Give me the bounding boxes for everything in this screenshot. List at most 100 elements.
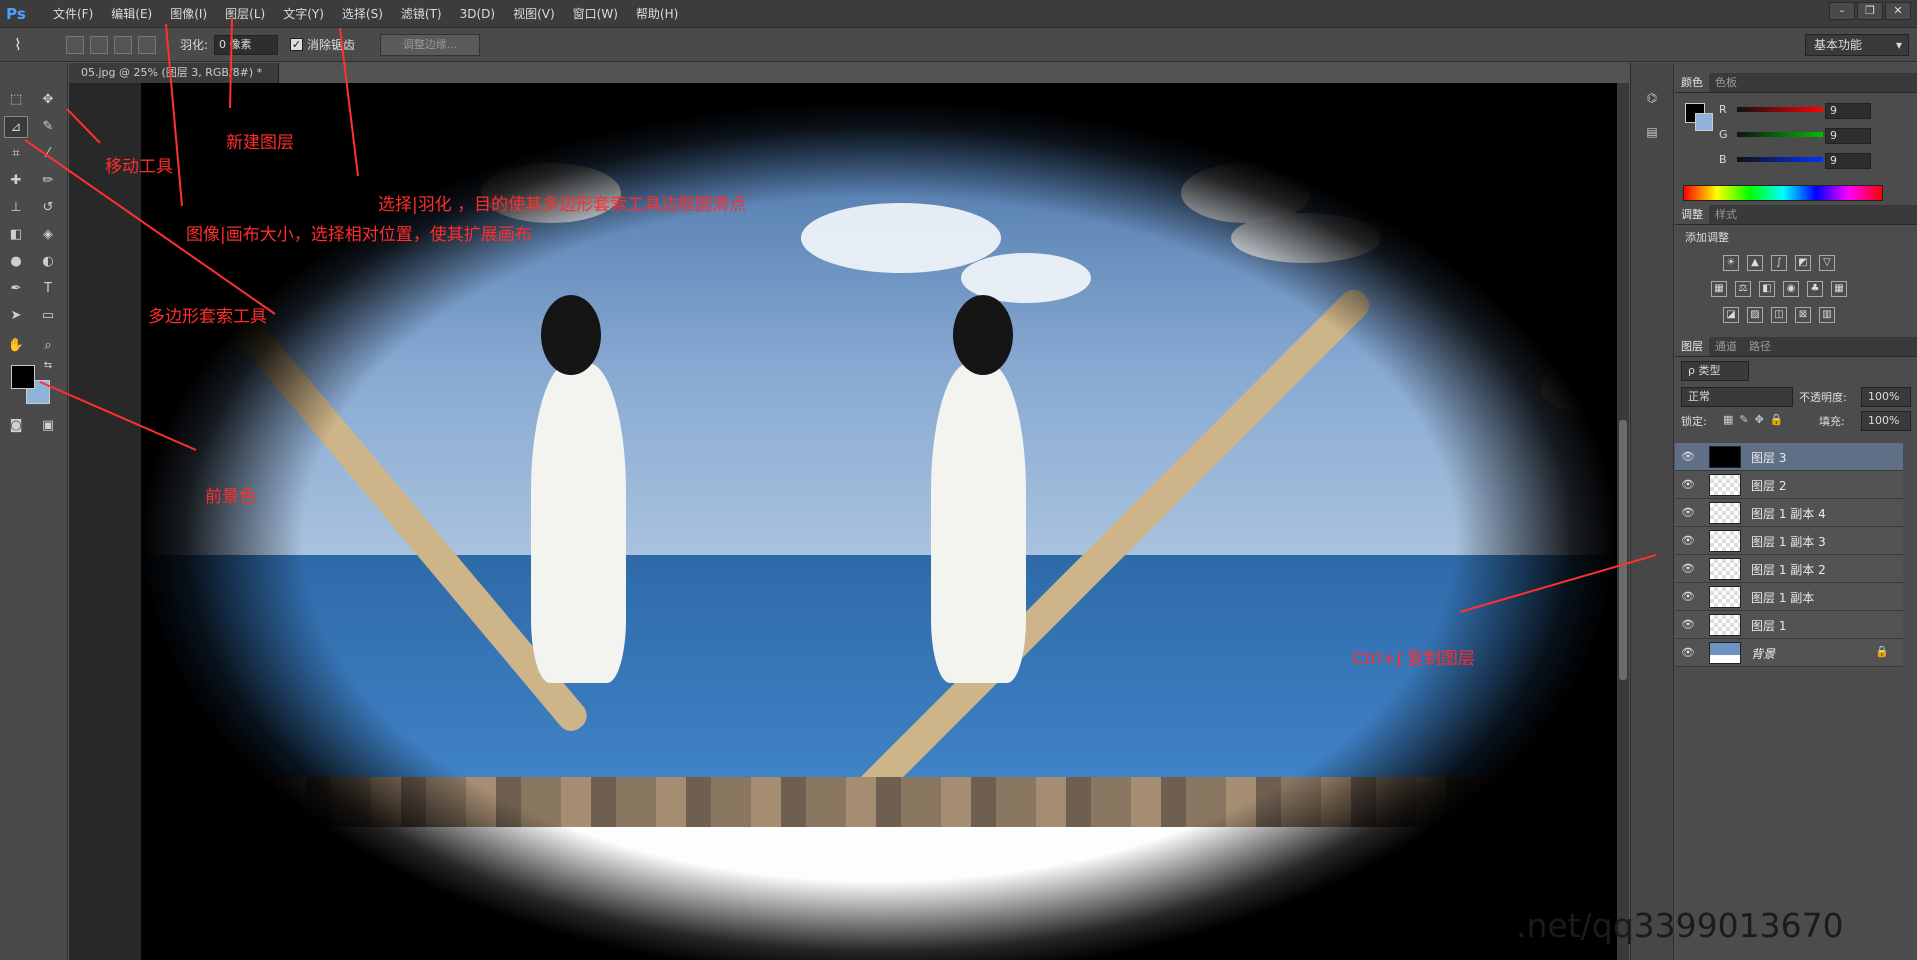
- layer-row[interactable]: 👁 图层 1: [1675, 611, 1903, 639]
- tab-styles[interactable]: 样式: [1709, 205, 1743, 224]
- visibility-eye-icon[interactable]: 👁: [1681, 562, 1695, 576]
- eraser-tool-icon[interactable]: ◧: [4, 224, 28, 246]
- menu-file[interactable]: 文件(F): [44, 0, 102, 28]
- subtract-selection-icon[interactable]: [114, 36, 132, 54]
- threshold-icon[interactable]: ◫: [1771, 307, 1787, 323]
- menu-view[interactable]: 视图(V): [504, 0, 564, 28]
- marquee-tool-icon[interactable]: ⬚: [4, 89, 28, 111]
- screen-mode-icon[interactable]: ▣: [36, 415, 60, 437]
- color-balance-icon[interactable]: ⚖: [1735, 281, 1751, 297]
- antialias-checkbox[interactable]: ✓: [290, 38, 303, 51]
- color-panel-background[interactable]: [1695, 113, 1713, 131]
- black-white-icon[interactable]: ◧: [1759, 281, 1775, 297]
- layer-row[interactable]: 👁 图层 1 副本 4: [1675, 499, 1903, 527]
- menu-help[interactable]: 帮助(H): [627, 0, 687, 28]
- zoom-tool-icon[interactable]: ⌕: [36, 335, 60, 357]
- vibrance-icon[interactable]: ▽: [1819, 255, 1835, 271]
- exposure-icon[interactable]: ◩: [1795, 255, 1811, 271]
- brightness-icon[interactable]: ☀: [1723, 255, 1739, 271]
- visibility-eye-icon[interactable]: 👁: [1681, 506, 1695, 520]
- document-canvas[interactable]: [141, 83, 1617, 960]
- photo-filter-icon[interactable]: ◉: [1783, 281, 1799, 297]
- lasso-preset-icon[interactable]: ⌇: [14, 34, 36, 56]
- hue-saturation-icon[interactable]: ▦: [1711, 281, 1727, 297]
- document-tab[interactable]: 05.jpg @ 25% (图层 3, RGB/8#) * ×: [69, 63, 279, 99]
- tab-paths[interactable]: 路径: [1743, 337, 1777, 356]
- foreground-color-swatch[interactable]: [11, 365, 35, 389]
- b-value[interactable]: 9: [1825, 153, 1871, 169]
- menu-window[interactable]: 窗口(W): [564, 0, 627, 28]
- layer-filter-select[interactable]: ρ 类型: [1681, 361, 1749, 381]
- crop-tool-icon[interactable]: ⌗: [4, 143, 28, 165]
- blur-tool-icon[interactable]: ●: [4, 251, 28, 273]
- feather-input[interactable]: 0 像素: [214, 35, 278, 55]
- gradient-map-icon[interactable]: ▥: [1819, 307, 1835, 323]
- layer-row[interactable]: 👁 图层 1 副本: [1675, 583, 1903, 611]
- fill-input[interactable]: 100%: [1861, 411, 1911, 431]
- visibility-eye-icon[interactable]: 👁: [1681, 478, 1695, 492]
- visibility-eye-icon[interactable]: 👁: [1681, 618, 1695, 632]
- menu-3d[interactable]: 3D(D): [451, 0, 504, 28]
- g-value[interactable]: 9: [1825, 128, 1871, 144]
- visibility-eye-icon[interactable]: 👁: [1681, 590, 1695, 604]
- visibility-eye-icon[interactable]: 👁: [1681, 646, 1695, 660]
- tab-adjustments[interactable]: 调整: [1675, 205, 1709, 224]
- layer-row[interactable]: 👁 背景 🔒: [1675, 639, 1903, 667]
- layer-row[interactable]: 👁 图层 2: [1675, 471, 1903, 499]
- invert-icon[interactable]: ◪: [1723, 307, 1739, 323]
- history-panel-icon[interactable]: ⌬: [1641, 87, 1663, 109]
- menu-edit[interactable]: 编辑(E): [102, 0, 161, 28]
- posterize-icon[interactable]: ▨: [1747, 307, 1763, 323]
- type-tool-icon[interactable]: T: [36, 278, 60, 300]
- color-lookup-icon[interactable]: ▦: [1831, 281, 1847, 297]
- healing-brush-tool-icon[interactable]: ✚: [4, 170, 28, 192]
- minimize-button[interactable]: –: [1829, 2, 1855, 20]
- quick-select-tool-icon[interactable]: ✎: [36, 116, 60, 138]
- curves-icon[interactable]: ∫: [1771, 255, 1787, 271]
- layer-row[interactable]: 👁 图层 3: [1675, 443, 1903, 471]
- g-slider[interactable]: [1737, 132, 1823, 137]
- close-button[interactable]: ✕: [1885, 2, 1911, 20]
- eyedropper-tool-icon[interactable]: ⁄: [36, 143, 60, 165]
- levels-icon[interactable]: ▲: [1747, 255, 1763, 271]
- intersect-selection-icon[interactable]: [138, 36, 156, 54]
- layer-row[interactable]: 👁 图层 1 副本 3: [1675, 527, 1903, 555]
- canvas-area[interactable]: [69, 83, 1617, 960]
- shape-tool-icon[interactable]: ▭: [36, 305, 60, 327]
- clone-stamp-tool-icon[interactable]: ⊥: [4, 197, 28, 219]
- r-value[interactable]: 9: [1825, 103, 1871, 119]
- r-slider[interactable]: [1737, 107, 1823, 112]
- menu-select[interactable]: 选择(S): [333, 0, 392, 28]
- hand-tool-icon[interactable]: ✋: [4, 335, 28, 357]
- tab-swatches[interactable]: 色板: [1709, 73, 1743, 92]
- tab-channels[interactable]: 通道: [1709, 337, 1743, 356]
- menu-type[interactable]: 文字(Y): [274, 0, 333, 28]
- polygon-lasso-tool-icon[interactable]: ⊿: [4, 116, 28, 138]
- brush-tool-icon[interactable]: ✏: [36, 170, 60, 192]
- tab-color[interactable]: 颜色: [1675, 73, 1709, 92]
- selective-color-icon[interactable]: ⊠: [1795, 307, 1811, 323]
- tab-layers[interactable]: 图层: [1675, 337, 1709, 356]
- dodge-tool-icon[interactable]: ◐: [36, 251, 60, 273]
- menu-filter[interactable]: 滤镜(T): [392, 0, 451, 28]
- channel-mixer-icon[interactable]: ♣: [1807, 281, 1823, 297]
- blend-mode-select[interactable]: 正常: [1681, 387, 1793, 407]
- path-select-tool-icon[interactable]: ➤: [4, 305, 28, 327]
- add-selection-icon[interactable]: [90, 36, 108, 54]
- visibility-eye-icon[interactable]: 👁: [1681, 450, 1695, 464]
- workspace-select[interactable]: 基本功能 ▾: [1805, 34, 1909, 56]
- refine-edge-button[interactable]: 调整边缘...: [380, 34, 480, 56]
- paint-bucket-tool-icon[interactable]: ◈: [36, 224, 60, 246]
- scrollbar-thumb[interactable]: [1619, 420, 1627, 680]
- lock-icons[interactable]: ▦✎✥🔒: [1723, 413, 1790, 426]
- visibility-eye-icon[interactable]: 👁: [1681, 534, 1695, 548]
- new-selection-icon[interactable]: [66, 36, 84, 54]
- move-tool-icon[interactable]: ✥: [36, 89, 60, 111]
- quick-mask-icon[interactable]: ◙: [4, 415, 28, 437]
- layer-row[interactable]: 👁 图层 1 副本 2: [1675, 555, 1903, 583]
- restore-button[interactable]: ❐: [1857, 2, 1883, 20]
- color-spectrum[interactable]: [1683, 185, 1883, 201]
- menu-layer[interactable]: 图层(L): [216, 0, 274, 28]
- menu-image[interactable]: 图像(I): [161, 0, 216, 28]
- b-slider[interactable]: [1737, 157, 1823, 162]
